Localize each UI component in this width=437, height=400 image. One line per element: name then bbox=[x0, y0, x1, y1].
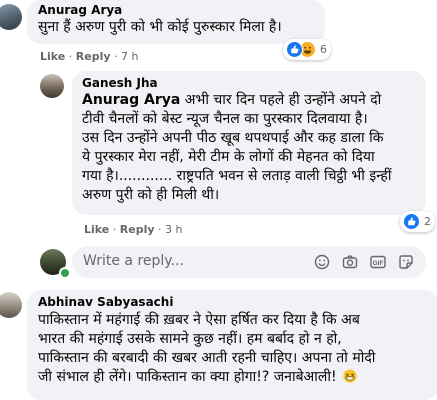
reaction-count: 6 bbox=[320, 43, 327, 56]
comment-author[interactable]: Abhinav Sabyasachi bbox=[38, 295, 173, 309]
comment-time[interactable]: 7 h bbox=[121, 50, 138, 63]
avatar-ganesh[interactable] bbox=[40, 74, 64, 98]
reply-button[interactable]: Reply bbox=[76, 50, 111, 63]
grin-emoji bbox=[343, 369, 357, 383]
comment-text: पाकिस्तान में महंगाई की ख़बर ने ऐसा हर्ष… bbox=[38, 312, 376, 385]
mention-tag[interactable]: Anurag Arya bbox=[82, 92, 180, 108]
comment-actions: Like · Reply · 3 h bbox=[84, 223, 183, 236]
like-icon bbox=[286, 41, 303, 58]
avatar-abhinav[interactable] bbox=[0, 292, 22, 318]
reply-button[interactable]: Reply bbox=[120, 223, 155, 236]
reaction-count: 2 bbox=[424, 215, 431, 228]
svg-text:GIF: GIF bbox=[373, 260, 384, 267]
comment-actions: Like · Reply · 7 h bbox=[40, 50, 139, 63]
emoji-icon[interactable] bbox=[314, 254, 330, 270]
reply-placeholder: Write a reply... bbox=[83, 253, 184, 269]
comment-text: Anurag Arya अभी चार दिन पहले ही उन्होंने… bbox=[82, 92, 392, 203]
reaction-summary[interactable]: 2 bbox=[400, 211, 435, 232]
comment-bubble: Anurag Arya सुना हैं अरुण पुरी को भी कोई… bbox=[27, 0, 325, 44]
like-button[interactable]: Like bbox=[40, 50, 65, 63]
like-icon bbox=[403, 213, 420, 230]
gif-icon[interactable]: GIF bbox=[370, 254, 386, 270]
sticker-icon[interactable] bbox=[398, 254, 414, 270]
like-button[interactable]: Like bbox=[84, 223, 109, 236]
comment-text: सुना हैं अरुण पुरी को भी कोई पुरुस्कार म… bbox=[38, 19, 282, 35]
online-dot bbox=[59, 267, 71, 279]
camera-icon[interactable] bbox=[342, 254, 358, 270]
avatar-anurag[interactable] bbox=[0, 4, 22, 30]
comment-bubble: Abhinav Sabyasachi पाकिस्तान में महंगाई … bbox=[27, 290, 437, 400]
comment-author[interactable]: Anurag Arya bbox=[38, 3, 122, 17]
comment-bubble: Ganesh Jha Anurag Arya अभी चार दिन पहले … bbox=[72, 71, 426, 215]
comment-author[interactable]: Ganesh Jha bbox=[82, 76, 158, 90]
reply-input[interactable]: Write a reply... GIF bbox=[72, 246, 426, 278]
comment-time[interactable]: 3 h bbox=[165, 223, 182, 236]
reaction-summary[interactable]: 6 bbox=[283, 39, 331, 60]
